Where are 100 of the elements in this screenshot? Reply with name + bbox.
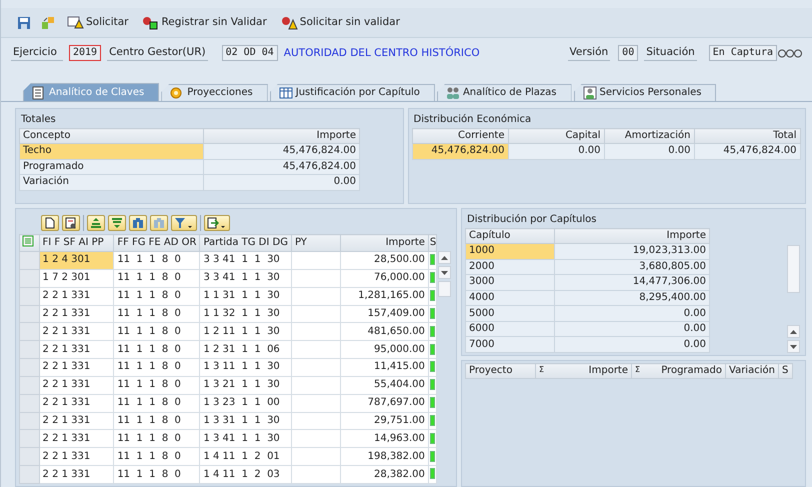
column-header[interactable]: Importe	[204, 128, 360, 144]
table-cell[interactable]: 2 2 1 331	[39, 358, 114, 376]
table-cell[interactable]: 1 7 2 301	[39, 269, 114, 288]
row-selector[interactable]	[20, 412, 40, 430]
table-cell: 19,023,313.00	[554, 244, 710, 260]
table-cell[interactable]: 2 2 1 331	[39, 448, 114, 466]
save-icon[interactable]	[17, 16, 31, 30]
column-header[interactable]: Concepto	[20, 128, 204, 144]
column-header[interactable]: Variación	[726, 364, 778, 378]
row-selector[interactable]	[20, 394, 40, 412]
table-cell[interactable]: 2 2 1 331	[39, 376, 114, 394]
column-header[interactable]: Capital	[508, 128, 604, 144]
table-cell: 1 3 23 1 1 00	[200, 394, 292, 412]
sort-descending-button[interactable]	[108, 215, 126, 231]
export-icon	[207, 217, 219, 229]
toolbar-button[interactable]: Solicitar sin validar	[278, 15, 402, 30]
coin-icon	[170, 86, 184, 100]
row-selector[interactable]	[20, 269, 40, 288]
year-field[interactable]: 2019	[69, 45, 102, 61]
status-field[interactable]: En Captura	[708, 45, 777, 61]
table-cell[interactable]: 45,476,824.00	[412, 144, 508, 159]
column-header[interactable]: Σ Programado	[632, 364, 726, 378]
row-selector[interactable]	[20, 252, 40, 270]
table-cell[interactable]: 7000	[466, 336, 554, 352]
table-cell: 3,680,805.00	[554, 259, 710, 275]
table-cell[interactable]: 2000	[466, 259, 554, 275]
column-header[interactable]: Capítulo	[466, 228, 554, 244]
scroll-thumb[interactable]	[787, 245, 800, 293]
find-next-button[interactable]	[150, 215, 168, 231]
center-name: AUTORIDAD DEL CENTRO HISTÓRICO	[284, 46, 480, 60]
table-cell[interactable]: 0.00	[604, 144, 694, 159]
row-selector[interactable]	[20, 322, 40, 341]
status-icon	[430, 414, 435, 426]
row-selector[interactable]	[20, 448, 40, 466]
table-cell[interactable]: 0.00	[508, 144, 604, 159]
row-selector[interactable]	[20, 305, 40, 323]
table-cell[interactable]: 2 2 1 331	[39, 412, 114, 430]
table-cell[interactable]: 45,476,824.00	[694, 144, 800, 159]
table-cell[interactable]: 1 2 4 301	[39, 252, 114, 270]
scroll-thumb[interactable]	[438, 281, 452, 297]
column-header[interactable]: Amortización	[604, 128, 694, 144]
table-cell[interactable]: 3000	[466, 274, 554, 290]
column-header[interactable]: FF FG FE AD OR	[114, 234, 200, 252]
tab[interactable]: Justificación por Capítulo	[270, 84, 435, 101]
row-selector[interactable]	[20, 340, 40, 359]
table-cell[interactable]: 1000	[466, 244, 554, 260]
delete-row-button[interactable]	[62, 215, 80, 231]
row-selector[interactable]	[20, 287, 40, 306]
table-cell: 1 1 32 1 1 30	[200, 305, 292, 323]
scroll-down-button[interactable]	[787, 340, 800, 353]
column-header[interactable]: Total	[694, 128, 800, 144]
tab[interactable]: Proyecciones	[161, 84, 268, 101]
version-field[interactable]: 00	[618, 45, 638, 61]
column-header[interactable]: Partida TG DI DG	[200, 234, 292, 252]
table-cell[interactable]: Programado	[20, 159, 204, 174]
table-cell[interactable]: 2 2 1 331	[39, 322, 114, 341]
table-cell[interactable]: 6000	[466, 321, 554, 337]
find-button[interactable]	[129, 215, 147, 231]
scroll-up-button[interactable]	[787, 325, 800, 338]
row-selector[interactable]	[20, 358, 40, 376]
column-header[interactable]: Σ Importe	[536, 364, 632, 378]
table-cell: 0.00	[554, 336, 710, 352]
table-cell: 45,476,824.00	[204, 144, 360, 159]
export-button[interactable]	[204, 215, 230, 231]
table-cell[interactable]: 2 2 1 331	[39, 305, 114, 323]
table-cell[interactable]: 5000	[466, 306, 554, 322]
column-header[interactable]: FI F SF AI PP	[39, 234, 114, 252]
up-arrow-icon	[790, 330, 797, 334]
sort-ascending-button[interactable]	[87, 215, 105, 231]
caret-icon	[221, 226, 225, 228]
row-selector[interactable]	[20, 466, 40, 484]
table-cell[interactable]: 2 2 1 331	[39, 430, 114, 448]
table-cell[interactable]: 4000	[466, 290, 554, 306]
new-document-button[interactable]	[41, 215, 59, 231]
table-cell[interactable]: Techo	[20, 144, 204, 159]
table-cell[interactable]: 2 2 1 331	[39, 287, 114, 306]
column-header[interactable]: Proyecto	[466, 364, 536, 378]
row-selector[interactable]	[20, 376, 40, 394]
toolbar-button[interactable]: Registrar sin Validar	[140, 15, 269, 30]
filter-button[interactable]	[171, 215, 197, 231]
column-header[interactable]: Importe	[554, 228, 710, 244]
table-cell: 198,382.00	[340, 448, 428, 466]
table-cell: 45,476,824.00	[204, 159, 360, 174]
column-header[interactable]: PY	[291, 234, 341, 252]
column-header[interactable]: Importe	[340, 234, 428, 252]
table-cell[interactable]: 2 2 1 331	[39, 466, 114, 484]
scroll-down-button[interactable]	[438, 266, 452, 279]
scroll-up-button[interactable]	[438, 251, 452, 264]
center-field[interactable]: 02 OD 04	[222, 45, 278, 61]
tab[interactable]: Analítico de Plazas	[436, 84, 572, 101]
tab[interactable]: Servicios Personales	[574, 84, 716, 101]
toolbar-button[interactable]: Solicitar	[65, 15, 130, 30]
table-cell[interactable]: Variación	[20, 174, 204, 190]
row-selector[interactable]	[20, 430, 40, 448]
table-cell[interactable]: 2 2 1 331	[39, 394, 114, 412]
table-cell[interactable]: 2 2 1 331	[39, 340, 114, 359]
status-icon	[430, 254, 435, 266]
layout-icon[interactable]	[22, 235, 34, 247]
column-header[interactable]: S	[778, 364, 792, 378]
column-header[interactable]: Corriente	[412, 128, 508, 144]
